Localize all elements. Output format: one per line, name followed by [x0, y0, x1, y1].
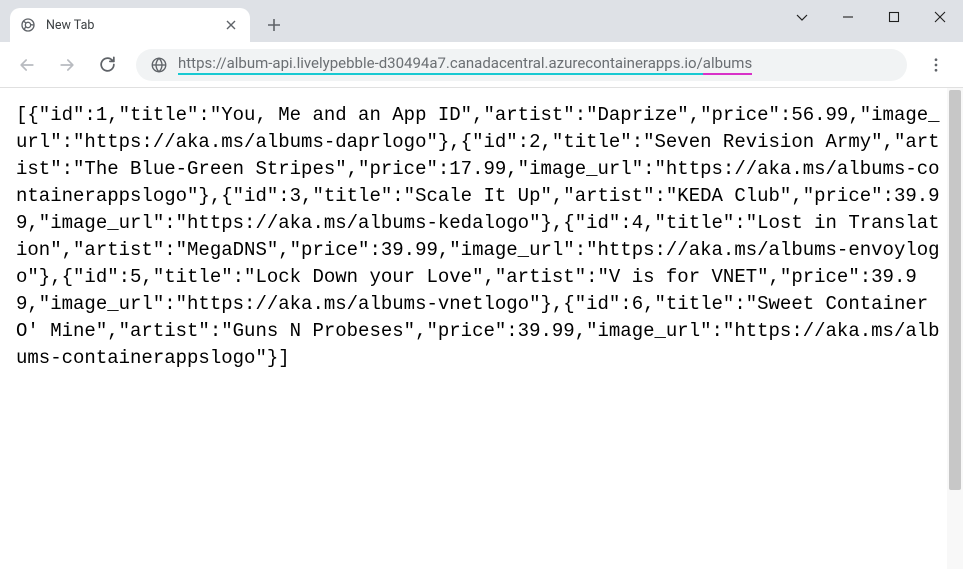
reload-button[interactable] — [90, 48, 124, 82]
forward-button[interactable] — [50, 48, 84, 82]
titlebar: New Tab — [0, 0, 963, 42]
url-text: https://album-api.livelypebble-d30494a7.… — [178, 54, 752, 75]
window-controls — [779, 0, 963, 34]
close-button[interactable] — [917, 0, 963, 34]
minimize-button[interactable] — [825, 0, 871, 34]
new-tab-button[interactable] — [260, 11, 288, 39]
tab-strip: New Tab — [0, 0, 288, 42]
chevron-down-icon[interactable] — [779, 0, 825, 34]
url-path: albums — [703, 54, 752, 75]
viewport: [{"id":1,"title":"You, Me and an App ID"… — [0, 88, 963, 569]
url-host: https://album-api.livelypebble-d30494a7.… — [178, 54, 703, 75]
json-response-body: [{"id":1,"title":"You, Me and an App ID"… — [0, 88, 963, 386]
maximize-button[interactable] — [871, 0, 917, 34]
scrollbar-track[interactable] — [947, 88, 963, 569]
tab-close-icon[interactable] — [222, 16, 240, 34]
tab-title: New Tab — [46, 18, 212, 33]
back-button[interactable] — [10, 48, 44, 82]
toolbar: https://album-api.livelypebble-d30494a7.… — [0, 42, 963, 88]
chrome-favicon-icon — [20, 17, 36, 33]
content-area: [{"id":1,"title":"You, Me and an App ID"… — [0, 88, 963, 569]
address-bar[interactable]: https://album-api.livelypebble-d30494a7.… — [136, 49, 907, 81]
globe-icon — [150, 56, 168, 74]
menu-button[interactable] — [919, 48, 953, 82]
browser-tab[interactable]: New Tab — [10, 8, 250, 42]
scrollbar-thumb[interactable] — [949, 90, 961, 490]
